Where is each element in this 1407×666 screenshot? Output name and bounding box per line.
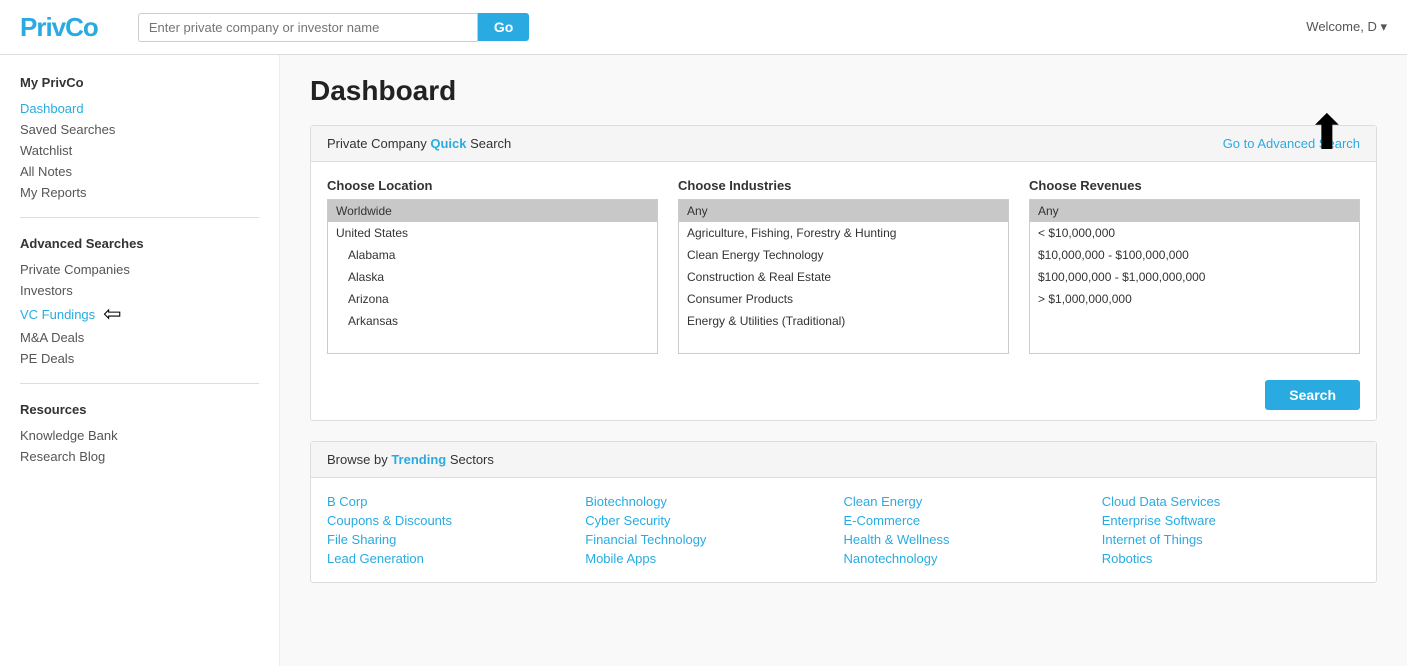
trending-link-ecommerce[interactable]: E-Commerce bbox=[844, 511, 1102, 530]
sidebar-item-research-blog[interactable]: Research Blog bbox=[20, 446, 259, 467]
quick-search-title: Private Company Quick Search bbox=[327, 136, 511, 151]
sidebar: My PrivCo Dashboard Saved Searches Watch… bbox=[0, 55, 280, 666]
list-item[interactable]: Consumer Products bbox=[679, 288, 1008, 310]
revenue-label: Choose Revenues bbox=[1029, 178, 1360, 193]
sidebar-item-investors[interactable]: Investors bbox=[20, 280, 259, 301]
industry-filter: Choose Industries Any Agriculture, Fishi… bbox=[678, 178, 1009, 354]
industry-label: Choose Industries bbox=[678, 178, 1009, 193]
location-filter: Choose Location Worldwide United States … bbox=[327, 178, 658, 354]
quick-search-box: Private Company Quick Search Go to Advan… bbox=[310, 125, 1377, 421]
list-item[interactable]: Alaska bbox=[328, 266, 657, 288]
list-item[interactable]: Clean Energy Technology bbox=[679, 244, 1008, 266]
industry-listbox[interactable]: Any Agriculture, Fishing, Forestry & Hun… bbox=[678, 199, 1009, 354]
trending-link-coupons[interactable]: Coupons & Discounts bbox=[327, 511, 585, 530]
search-bar: Go bbox=[138, 13, 529, 42]
trending-link-lead-generation[interactable]: Lead Generation bbox=[327, 549, 585, 568]
main-content: Dashboard Private Company Quick Search G… bbox=[280, 55, 1407, 666]
location-label: Choose Location bbox=[327, 178, 658, 193]
search-button[interactable]: Search bbox=[1265, 380, 1360, 410]
resources-title: Resources bbox=[20, 402, 259, 417]
trending-col-2: Biotechnology Cyber Security Financial T… bbox=[585, 492, 843, 568]
sidebar-item-dashboard[interactable]: Dashboard bbox=[20, 98, 259, 119]
sidebar-item-private-companies[interactable]: Private Companies bbox=[20, 259, 259, 280]
sidebar-item-knowledge-bank[interactable]: Knowledge Bank bbox=[20, 425, 259, 446]
advanced-search-link[interactable]: Go to Advanced Search bbox=[1223, 136, 1360, 151]
trending-link-enterprise-software[interactable]: Enterprise Software bbox=[1102, 511, 1360, 530]
list-item[interactable]: $10,000,000 - $100,000,000 bbox=[1030, 244, 1359, 266]
sidebar-divider-2 bbox=[20, 383, 259, 384]
sidebar-item-ma-deals[interactable]: M&A Deals bbox=[20, 327, 259, 348]
page-title: Dashboard bbox=[310, 75, 1377, 107]
trending-col-1: B Corp Coupons & Discounts File Sharing … bbox=[327, 492, 585, 568]
list-item[interactable]: Any bbox=[679, 200, 1008, 222]
trending-link-health-wellness[interactable]: Health & Wellness bbox=[844, 530, 1102, 549]
quick-search-body: Choose Location Worldwide United States … bbox=[311, 162, 1376, 370]
list-item[interactable]: Alabama bbox=[328, 244, 657, 266]
trending-col-3: Clean Energy E-Commerce Health & Wellnes… bbox=[844, 492, 1102, 568]
user-menu[interactable]: D bbox=[1367, 19, 1376, 34]
sidebar-item-my-reports[interactable]: My Reports bbox=[20, 182, 259, 203]
list-item[interactable]: Any bbox=[1030, 200, 1359, 222]
list-item[interactable]: Arkansas bbox=[328, 310, 657, 332]
revenue-filter: Choose Revenues Any < $10,000,000 $10,00… bbox=[1029, 178, 1360, 354]
trending-link-cloud-data[interactable]: Cloud Data Services bbox=[1102, 492, 1360, 511]
search-button-row: Search bbox=[311, 370, 1376, 420]
logo[interactable]: PrivCo bbox=[20, 12, 98, 43]
trending-link-nanotechnology[interactable]: Nanotechnology bbox=[844, 549, 1102, 568]
my-privco-title: My PrivCo bbox=[20, 75, 259, 90]
sidebar-item-watchlist[interactable]: Watchlist bbox=[20, 140, 259, 161]
list-item[interactable]: Arizona bbox=[328, 288, 657, 310]
trending-link-clean-energy[interactable]: Clean Energy bbox=[844, 492, 1102, 511]
location-listbox[interactable]: Worldwide United States Alabama Alaska A… bbox=[327, 199, 658, 354]
list-item[interactable]: Agriculture, Fishing, Forestry & Hunting bbox=[679, 222, 1008, 244]
trending-col-4: Cloud Data Services Enterprise Software … bbox=[1102, 492, 1360, 568]
sidebar-item-vc-fundings[interactable]: VC Fundings bbox=[20, 304, 95, 325]
welcome-message: Welcome, D ▾ bbox=[1306, 19, 1387, 35]
trending-link-biotechnology[interactable]: Biotechnology bbox=[585, 492, 843, 511]
trending-header: Browse by Trending Sectors bbox=[311, 442, 1376, 478]
trending-body: B Corp Coupons & Discounts File Sharing … bbox=[311, 478, 1376, 582]
go-button[interactable]: Go bbox=[478, 13, 529, 41]
sidebar-item-pe-deals[interactable]: PE Deals bbox=[20, 348, 259, 369]
trending-link-mobile-apps[interactable]: Mobile Apps bbox=[585, 549, 843, 568]
list-item[interactable]: < $10,000,000 bbox=[1030, 222, 1359, 244]
quick-search-header: Private Company Quick Search Go to Advan… bbox=[311, 126, 1376, 162]
sidebar-divider-1 bbox=[20, 217, 259, 218]
list-item[interactable]: United States bbox=[328, 222, 657, 244]
list-item[interactable]: $100,000,000 - $1,000,000,000 bbox=[1030, 266, 1359, 288]
sidebar-item-all-notes[interactable]: All Notes bbox=[20, 161, 259, 182]
trending-link-fintech[interactable]: Financial Technology bbox=[585, 530, 843, 549]
trending-sectors-box: Browse by Trending Sectors B Corp Coupon… bbox=[310, 441, 1377, 583]
list-item[interactable]: Construction & Real Estate bbox=[679, 266, 1008, 288]
left-arrow-annotation: ⇦ bbox=[103, 301, 121, 327]
trending-link-iot[interactable]: Internet of Things bbox=[1102, 530, 1360, 549]
sidebar-item-saved-searches[interactable]: Saved Searches bbox=[20, 119, 259, 140]
revenue-listbox[interactable]: Any < $10,000,000 $10,000,000 - $100,000… bbox=[1029, 199, 1360, 354]
trending-link-cyber-security[interactable]: Cyber Security bbox=[585, 511, 843, 530]
list-item[interactable]: Energy & Utilities (Traditional) bbox=[679, 310, 1008, 332]
list-item[interactable]: Worldwide bbox=[328, 200, 657, 222]
header: PrivCo Go Welcome, D ▾ bbox=[0, 0, 1407, 55]
trending-link-file-sharing[interactable]: File Sharing bbox=[327, 530, 585, 549]
trending-link-robotics[interactable]: Robotics bbox=[1102, 549, 1360, 568]
advanced-searches-title: Advanced Searches bbox=[20, 236, 259, 251]
layout: My PrivCo Dashboard Saved Searches Watch… bbox=[0, 55, 1407, 666]
list-item[interactable]: > $1,000,000,000 bbox=[1030, 288, 1359, 310]
trending-link-b-corp[interactable]: B Corp bbox=[327, 492, 585, 511]
search-input[interactable] bbox=[138, 13, 478, 42]
